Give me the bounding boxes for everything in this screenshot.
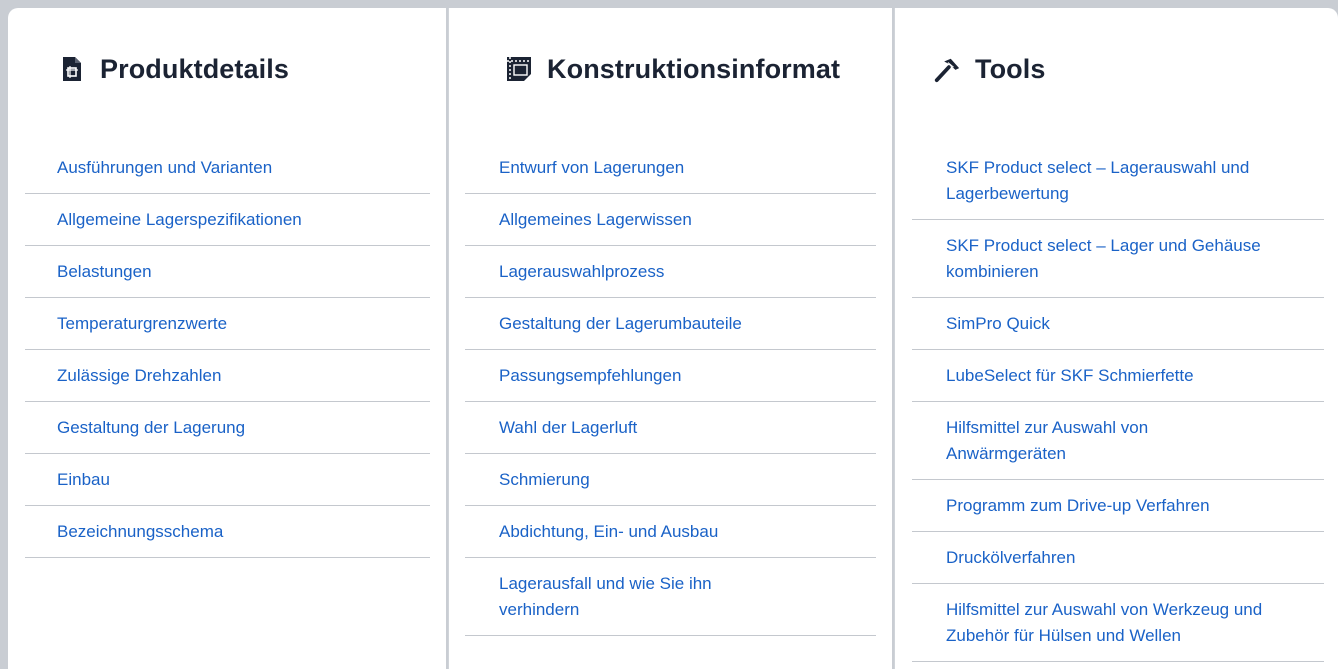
list-item: Hilfsmittel zur Auswahl von Werkzeug und… — [912, 584, 1324, 662]
list-item: Druckölverfahren — [912, 532, 1324, 584]
list-item: Abdichtung, Ein- und Ausbau — [465, 506, 876, 558]
list-item: Wahl der Lagerluft — [465, 402, 876, 454]
column-title: Produktdetails — [100, 53, 289, 84]
link-lagerausfall[interactable]: Lagerausfall und wie Sie ihn verhindern — [499, 571, 756, 623]
hammer-icon — [933, 55, 961, 83]
link-schmierung[interactable]: Schmierung — [499, 467, 590, 493]
list-item: Entwurf von Lagerungen — [465, 142, 876, 194]
link-druckoelverfahren[interactable]: Druckölverfahren — [946, 545, 1075, 571]
list-item: Einbau — [25, 454, 430, 506]
list-item: SimPro Quick — [912, 298, 1324, 350]
link-lagerspezifikationen[interactable]: Allgemeine Lagerspezifikationen — [57, 207, 302, 233]
column-header: Produktdetails — [58, 51, 289, 87]
link-temperaturgrenzwerte[interactable]: Temperaturgrenzwerte — [57, 311, 227, 337]
link-werkzeug-zubehoer[interactable]: Hilfsmittel zur Auswahl von Werkzeug und… — [946, 597, 1264, 649]
link-lagerumbauteile[interactable]: Gestaltung der Lagerumbauteile — [499, 311, 742, 337]
link-lagerluft[interactable]: Wahl der Lagerluft — [499, 415, 637, 441]
list-item: Passungsempfehlungen — [465, 350, 876, 402]
list-item: Gestaltung der Lagerung — [25, 402, 430, 454]
column-header: Konstruktionsinformat — [505, 51, 840, 87]
list-item: Allgemeine Lagerspezifikationen — [25, 194, 430, 246]
link-einbau[interactable]: Einbau — [57, 467, 110, 493]
link-lubeselect[interactable]: LubeSelect für SKF Schmierfette — [946, 363, 1194, 389]
list-item: Programm zum Drive-up Verfahren — [912, 480, 1324, 532]
column-konstruktionsinformation: Konstruktionsinformat Entwurf von Lageru… — [448, 8, 892, 669]
link-anwaermgeraete[interactable]: Hilfsmittel zur Auswahl von Anwärmgeräte… — [946, 415, 1264, 467]
link-lagerwissen[interactable]: Allgemeines Lagerwissen — [499, 207, 692, 233]
list-item: Lagerausfall und wie Sie ihn verhindern — [465, 558, 876, 636]
list-item: Bezeichnungsschema — [25, 506, 430, 558]
link-list: Entwurf von Lagerungen Allgemeines Lager… — [465, 142, 876, 636]
link-passungsempfehlungen[interactable]: Passungsempfehlungen — [499, 363, 681, 389]
link-abdichtung[interactable]: Abdichtung, Ein- und Ausbau — [499, 519, 718, 545]
document-frame-icon — [58, 55, 86, 83]
list-item: Hilfsmittel zur Auswahl von Anwärmgeräte… — [912, 402, 1324, 480]
list-item: SKF Product select – Lager und Gehäuse k… — [912, 220, 1324, 298]
link-product-select-gehaeuse[interactable]: SKF Product select – Lager und Gehäuse k… — [946, 233, 1264, 285]
list-item: Belastungen — [25, 246, 430, 298]
link-columns: Produktdetails Ausführungen und Variante… — [8, 8, 1338, 669]
link-ausfuehrungen[interactable]: Ausführungen und Varianten — [57, 155, 272, 181]
link-gestaltung-lagerung[interactable]: Gestaltung der Lagerung — [57, 415, 245, 441]
link-lagerauswahlprozess[interactable]: Lagerauswahlprozess — [499, 259, 664, 285]
list-item: Ausführungen und Varianten — [25, 142, 430, 194]
link-bezeichnungsschema[interactable]: Bezeichnungsschema — [57, 519, 223, 545]
list-item: SKF Product select – Lagerauswahl und La… — [912, 142, 1324, 220]
list-item: Schmierung — [465, 454, 876, 506]
link-list: Ausführungen und Varianten Allgemeine La… — [25, 142, 430, 558]
list-item: Lagerauswahlprozess — [465, 246, 876, 298]
link-simpro-quick[interactable]: SimPro Quick — [946, 311, 1050, 337]
list-item: Temperaturgrenzwerte — [25, 298, 430, 350]
link-entwurf-lagerungen[interactable]: Entwurf von Lagerungen — [499, 155, 684, 181]
list-item: LubeSelect für SKF Schmierfette — [912, 350, 1324, 402]
list-item: Zulässige Drehzahlen — [25, 350, 430, 402]
list-item: Gestaltung der Lagerumbauteile — [465, 298, 876, 350]
column-title: Tools — [975, 53, 1046, 84]
column-header: Tools — [933, 51, 1046, 87]
blueprint-icon — [505, 55, 533, 83]
column-title: Konstruktionsinformat — [547, 53, 841, 84]
link-drehzahlen[interactable]: Zulässige Drehzahlen — [57, 363, 221, 389]
link-drive-up[interactable]: Programm zum Drive-up Verfahren — [946, 493, 1210, 519]
column-tools: Tools SKF Product select – Lagerauswahl … — [894, 8, 1338, 669]
link-list: SKF Product select – Lagerauswahl und La… — [912, 142, 1324, 662]
column-produktdetails: Produktdetails Ausführungen und Variante… — [8, 8, 446, 669]
link-product-select-lagerauswahl[interactable]: SKF Product select – Lagerauswahl und La… — [946, 155, 1264, 207]
link-belastungen[interactable]: Belastungen — [57, 259, 152, 285]
list-item: Allgemeines Lagerwissen — [465, 194, 876, 246]
